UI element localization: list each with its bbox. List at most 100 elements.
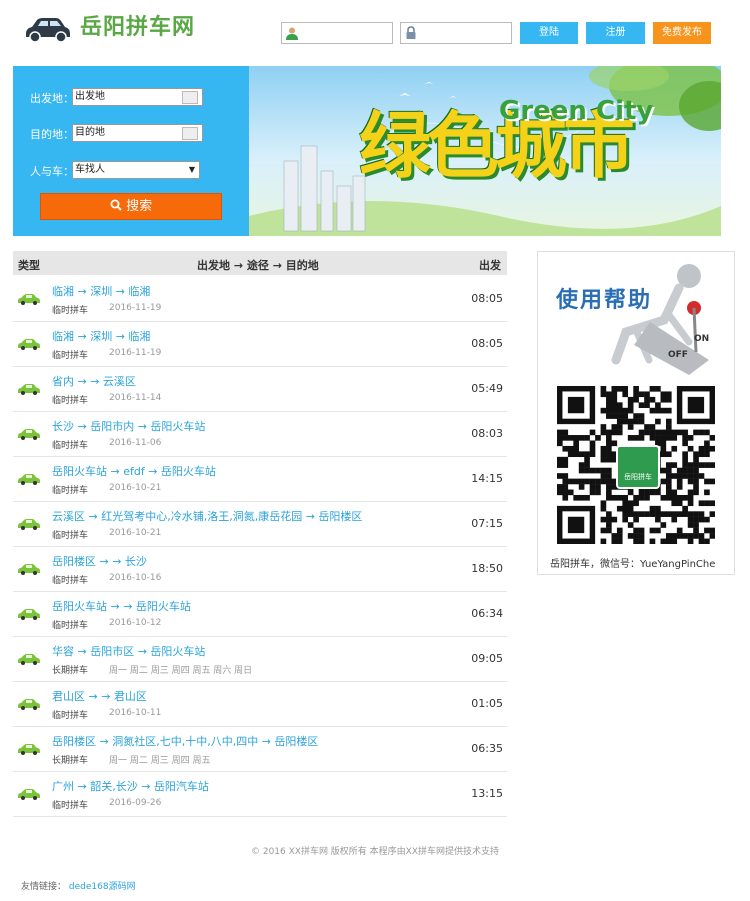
trip-route-link[interactable]: 广州 → 韶关,长沙 → 岳阳汽车站: [52, 778, 209, 794]
trip-date: 周一 周二 周三 周四 周五: [109, 756, 211, 766]
qr-center-logo: 岳阳拼车: [616, 445, 660, 489]
type-select[interactable]: 车找人 ▼: [72, 161, 200, 179]
help-switch-illustration: [611, 264, 709, 375]
trip-kind: 临时拼车: [52, 576, 89, 586]
trip-kind: 临时拼车: [52, 531, 89, 541]
trip-route-link[interactable]: 岳阳火车站 → → 岳阳火车站: [52, 598, 191, 614]
trip-kind: 临时拼车: [52, 396, 89, 406]
trip-time: 06:34: [471, 607, 503, 620]
from-input[interactable]: 出发地: [72, 88, 203, 106]
trip-route-link[interactable]: 君山区 → → 君山区: [52, 688, 147, 704]
car-icon: [18, 609, 40, 620]
register-button[interactable]: 注册: [586, 22, 645, 44]
trip-row[interactable]: 岳阳火车站 → efdf → 岳阳火车站 临时拼车 2016-10-21 14:15: [13, 456, 507, 502]
chevron-down-icon: ▼: [188, 165, 195, 174]
trip-time: 13:15: [471, 787, 503, 800]
to-input[interactable]: 目的地: [72, 124, 203, 142]
password-input[interactable]: [400, 22, 512, 44]
search-label: 搜索: [126, 199, 153, 214]
footer-copyright: © 2016 XX拼车网 版权所有 本程序由XX拼车网提供技术支持: [250, 847, 499, 857]
trip-kind: 临时拼车: [52, 441, 89, 451]
car-icon: [18, 384, 40, 395]
trip-row[interactable]: 华容 → 岳阳市区 → 岳阳火车站长期拼车 周一 周二 周三 周四 周五 周六 周…: [13, 636, 507, 682]
trip-row[interactable]: 云溪区 → 红光驾考中心,冷水铺,洛王,洞氮,康岳花园 → 岳阳楼区临时拼车 20…: [13, 501, 507, 547]
trip-date: 2016-09-26: [109, 798, 162, 808]
trip-row[interactable]: 岳阳楼区 → 洞氮社区,七中,十中,八中,四中 → 岳阳楼区长期拼车 周一 周二 …: [13, 726, 507, 772]
car-icon: [18, 339, 40, 350]
friend-links-label: 友情链接：: [21, 882, 67, 892]
trip-kind: 临时拼车: [52, 621, 89, 631]
trip-row[interactable]: 临湘 → 深圳 → 临湘临时拼车 2016-11-19 08:05: [13, 276, 507, 322]
friend-links: 友情链接： dede168源码网: [21, 879, 136, 892]
wechat-qr-code[interactable]: 岳阳拼车: [557, 386, 716, 545]
calendar-icon: [182, 91, 198, 104]
car-icon: [18, 474, 40, 485]
trip-kind: 临时拼车: [52, 486, 89, 496]
trip-date: 2016-11-14: [109, 393, 162, 403]
trip-row[interactable]: 省内 → → 云溪区临时拼车 2016-11-14 05:49: [13, 366, 507, 412]
switch-on-label: ON: [694, 334, 710, 344]
car-icon: [18, 654, 40, 665]
header-type: 类型: [18, 259, 40, 272]
car-icon: [18, 519, 40, 530]
trip-route-link[interactable]: 云溪区 → 红光驾考中心,冷水铺,洛王,洞氮,康岳花园 → 岳阳楼区: [52, 508, 362, 524]
switch-off-label: OFF: [668, 350, 688, 360]
trip-time: 05:49: [471, 382, 503, 395]
username-input[interactable]: [281, 22, 393, 44]
trip-row[interactable]: 临湘 → 深圳 → 临湘临时拼车 2016-11-19 08:05: [13, 321, 507, 367]
trip-kind: 长期拼车: [52, 756, 89, 766]
green-city-banner[interactable]: 绿色城市 Green City: [249, 66, 721, 236]
trip-date: 2016-10-16: [109, 573, 162, 583]
header-time: 出发: [479, 259, 501, 272]
trip-date: 2016-10-11: [109, 708, 162, 718]
trip-route-link[interactable]: 临湘 → 深圳 → 临湘: [52, 283, 150, 299]
trip-route-link[interactable]: 岳阳楼区 → 洞氮社区,七中,十中,八中,四中 → 岳阳楼区: [52, 733, 318, 749]
sidebar-help-panel: 使用帮助 ON OFF 岳阳拼车 岳阳拼车，微信号：YueYangPinChe: [537, 251, 735, 575]
trip-route-link[interactable]: 华容 → 岳阳市区 → 岳阳火车站: [52, 643, 205, 659]
car-icon: [18, 744, 40, 755]
trip-route-link[interactable]: 长沙 → 岳阳市内 → 岳阳火车站: [52, 418, 205, 434]
trip-row[interactable]: 岳阳楼区 → → 长沙临时拼车 2016-10-16 18:50: [13, 546, 507, 592]
login-button[interactable]: 登陆: [520, 22, 578, 44]
trip-kind: 长期拼车: [52, 666, 89, 676]
trip-route-link[interactable]: 省内 → → 云溪区: [52, 373, 136, 389]
trip-time: 07:15: [471, 517, 503, 530]
trip-row[interactable]: 君山区 → → 君山区 临时拼车 2016-10-11 01:05: [13, 681, 507, 727]
trip-time: 08:05: [471, 292, 503, 305]
trip-kind: 临时拼车: [52, 351, 89, 361]
publish-button[interactable]: 免费发布: [653, 22, 711, 44]
trip-time: 18:50: [471, 562, 503, 575]
help-image[interactable]: 使用帮助 ON OFF: [554, 260, 719, 378]
search-button[interactable]: 搜索: [40, 193, 222, 220]
friend-link[interactable]: dede168源码网: [69, 882, 136, 892]
trip-date: 2016-10-21: [109, 483, 162, 493]
car-logo-icon: [26, 18, 70, 43]
trip-kind: 临时拼车: [52, 306, 89, 316]
trip-row[interactable]: 广州 → 韶关,长沙 → 岳阳汽车站 临时拼车 2016-09-26 13:15: [13, 771, 507, 817]
trip-route-link[interactable]: 临湘 → 深圳 → 临湘: [52, 328, 150, 344]
trip-date: 2016-10-12: [109, 618, 162, 628]
trip-time: 08:05: [471, 337, 503, 350]
type-label: 人与车：: [30, 165, 74, 178]
trip-date: 周一 周二 周三 周四 周五 周六 周日: [109, 666, 253, 676]
from-value: 出发地: [75, 91, 105, 102]
car-icon: [18, 429, 40, 440]
site-name[interactable]: 岳阳拼车网: [80, 14, 195, 42]
wechat-id-text: 岳阳拼车，微信号：YueYangPinChe: [550, 559, 716, 570]
trip-route-link[interactable]: 岳阳火车站 → efdf → 岳阳火车站: [52, 463, 216, 479]
trip-kind: 临时拼车: [52, 711, 89, 721]
trip-date: 2016-11-19: [109, 348, 162, 358]
trip-row[interactable]: 长沙 → 岳阳市内 → 岳阳火车站 临时拼车 2016-11-06 08:03: [13, 411, 507, 457]
trip-route-link[interactable]: 岳阳楼区 → → 长沙: [52, 553, 147, 569]
trip-date: 2016-10-21: [109, 528, 162, 538]
trip-row[interactable]: 岳阳火车站 → → 岳阳火车站临时拼车 2016-10-12 06:34: [13, 591, 507, 637]
trip-date: 2016-11-19: [109, 303, 162, 313]
car-icon: [18, 699, 40, 710]
trip-time: 06:35: [471, 742, 503, 755]
banner-green-city: Green City: [499, 96, 654, 126]
from-label: 出发地：: [30, 92, 74, 105]
header-route: 出发地 → 途径 → 目的地: [197, 259, 319, 272]
car-icon: [18, 789, 40, 800]
trip-table-header: 类型 出发地 → 途径 → 目的地 出发: [13, 251, 507, 275]
user-icon: [286, 27, 298, 40]
